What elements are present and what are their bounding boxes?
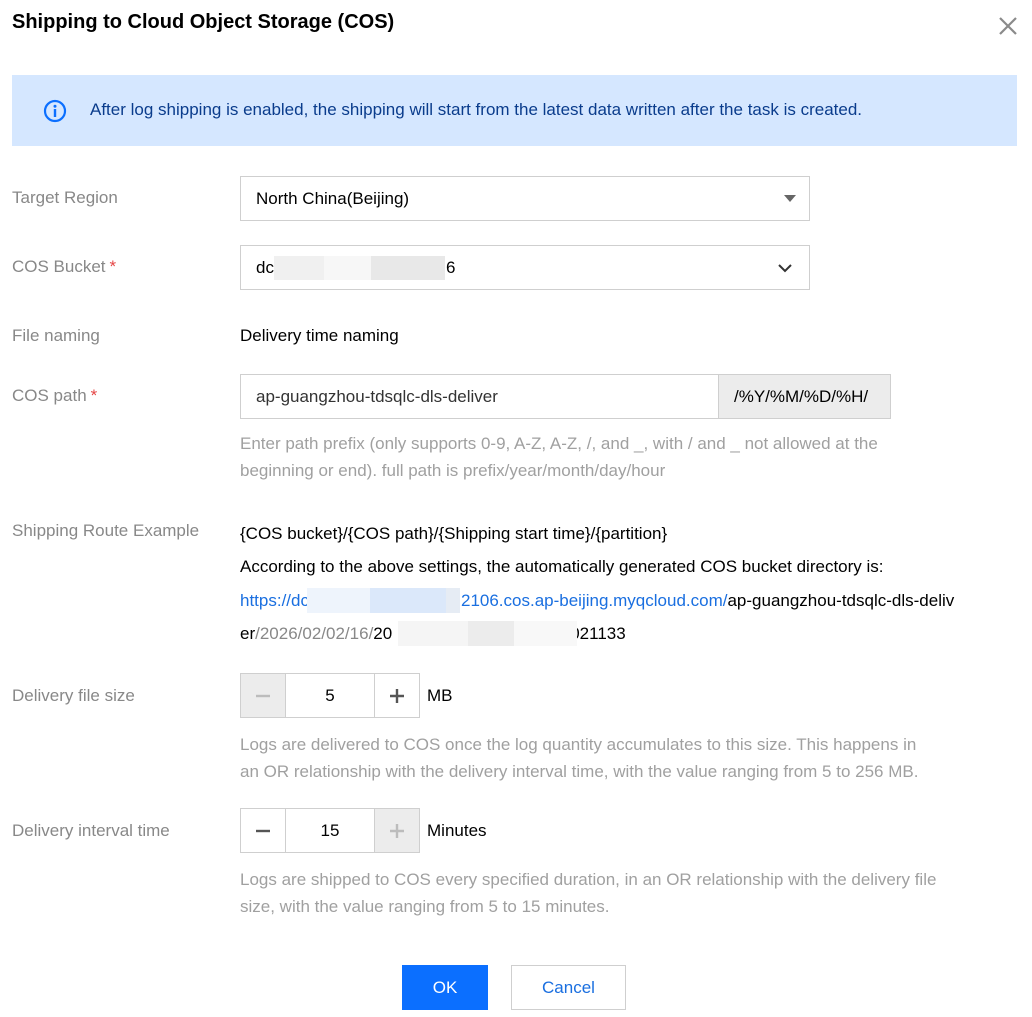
interval-stepper[interactable]: 15: [240, 808, 420, 853]
route-url-end[interactable]: 2106.cos.ap-beijing.myqcloud.com/: [461, 591, 727, 610]
redaction-mask: [370, 588, 446, 613]
interval-increment-button[interactable]: [374, 809, 419, 852]
info-banner: After log shipping is enabled, the shipp…: [12, 75, 1017, 146]
redaction-mask: [307, 588, 370, 613]
route-path-part2: er: [240, 624, 256, 643]
interval-help-line2: size, with the value ranging from 5 to 1…: [240, 897, 610, 916]
file-size-help: Logs are delivered to COS once the log q…: [240, 731, 980, 785]
cos-bucket-label-text: COS Bucket: [12, 257, 106, 276]
redaction-mask: [446, 588, 460, 613]
redaction-mask: [514, 621, 577, 646]
interval-label: Delivery interval time: [12, 821, 170, 840]
redaction-mask: [324, 256, 371, 280]
close-icon[interactable]: [996, 14, 1020, 38]
file-size-help-line2: an OR relationship with the delivery int…: [240, 762, 919, 781]
route-example-label: Shipping Route Example: [12, 521, 200, 540]
cos-bucket-select[interactable]: dc 6: [240, 245, 810, 290]
file-size-stepper[interactable]: 5: [240, 673, 420, 718]
route-template: {COS bucket}/{COS path}/{Shipping start …: [240, 524, 668, 543]
minus-icon: [256, 694, 270, 697]
route-path-part1: ap-guangzhou-tdsqlc-dls-deliv: [727, 591, 955, 610]
redaction-mask: [274, 256, 324, 280]
info-icon: [43, 99, 67, 123]
chevron-down-icon: [778, 264, 792, 273]
target-region-select[interactable]: North China(Beijing): [240, 176, 810, 221]
cos-path-help-line1: Enter path prefix (only supports 0-9, A-…: [240, 434, 878, 453]
info-text: After log shipping is enabled, the shipp…: [90, 100, 863, 119]
minus-icon: [256, 829, 270, 832]
plus-icon: [390, 823, 404, 838]
file-size-label: Delivery file size: [12, 686, 135, 705]
file-size-unit: MB: [427, 686, 453, 705]
caret-down-icon: [784, 195, 796, 202]
file-size-help-line1: Logs are delivered to COS once the log q…: [240, 735, 917, 754]
redaction-mask: [468, 621, 514, 646]
cos-path-suffix-text: /%Y/%M/%D/%H/: [734, 387, 869, 406]
file-size-value[interactable]: 5: [286, 686, 374, 706]
file-naming-label: File naming: [12, 326, 100, 345]
cos-path-help: Enter path prefix (only supports 0-9, A-…: [240, 430, 980, 484]
file-size-decrement-button[interactable]: [241, 674, 286, 717]
required-mark: *: [109, 257, 117, 276]
redaction-mask: [398, 621, 468, 646]
cos-bucket-value-start: dc: [256, 258, 274, 277]
cos-path-label: COS path *: [12, 386, 97, 406]
route-url-start[interactable]: https://dc: [240, 591, 309, 610]
cos-path-input[interactable]: ap-guangzhou-tdsqlc-dls-deliver: [240, 374, 720, 419]
interval-help-line1: Logs are shipped to COS every specified …: [240, 870, 937, 889]
interval-value[interactable]: 15: [286, 821, 374, 841]
cos-path-suffix: /%Y/%M/%D/%H/: [718, 374, 891, 419]
interval-decrement-button[interactable]: [241, 809, 286, 852]
cos-path-value: ap-guangzhou-tdsqlc-dls-deliver: [256, 387, 498, 406]
cos-path-help-line2: beginning or end). full path is prefix/y…: [240, 461, 666, 480]
ok-button[interactable]: OK: [402, 965, 488, 1010]
cos-bucket-label: COS Bucket *: [12, 257, 116, 277]
target-region-label: Target Region: [12, 188, 118, 207]
plus-icon: [390, 688, 404, 703]
cos-bucket-value-end: 6: [446, 258, 456, 277]
route-file-end: 021133: [570, 624, 626, 643]
interval-help: Logs are shipped to COS every specified …: [240, 866, 980, 920]
cancel-button[interactable]: Cancel: [511, 965, 626, 1010]
file-size-increment-button[interactable]: [374, 674, 419, 717]
target-region-value: North China(Beijing): [256, 189, 410, 208]
route-description: According to the above settings, the aut…: [240, 557, 884, 576]
redaction-mask: [371, 256, 445, 280]
route-file-start: 20: [373, 624, 393, 643]
cos-path-label-text: COS path: [12, 386, 87, 405]
dialog-title: Shipping to Cloud Object Storage (COS): [12, 11, 395, 33]
file-naming-value: Delivery time naming: [240, 326, 399, 345]
interval-unit: Minutes: [427, 821, 487, 840]
route-date-part: /2026/02/02/16/: [255, 624, 374, 643]
required-mark: *: [90, 386, 98, 405]
